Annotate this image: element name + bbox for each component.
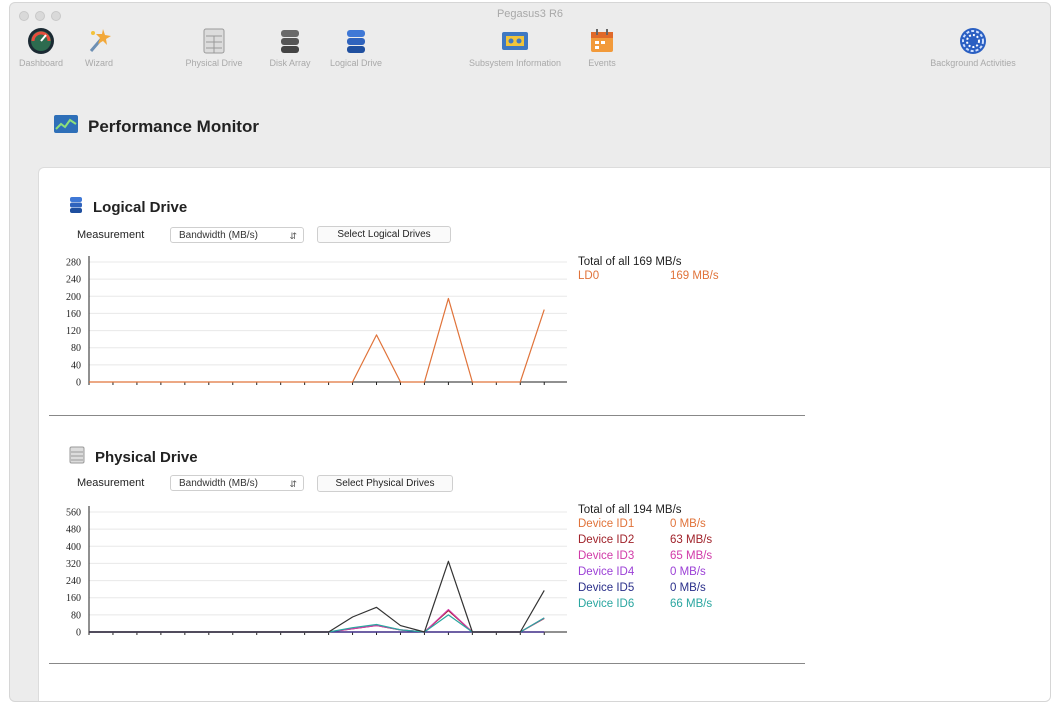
logical-total-label: Total of all 169 MB/s xyxy=(578,256,682,268)
physical-legend-value: 0 MB/s xyxy=(670,582,706,594)
events-icon xyxy=(588,27,616,55)
select-logical-drives-button[interactable]: Select Logical Drives xyxy=(317,226,451,243)
monitor-panel: Logical Drive Measurement Bandwidth (MB/… xyxy=(38,167,1050,701)
physical-series-line xyxy=(89,560,545,633)
physical-y-tick-label: 480 xyxy=(66,525,81,536)
logical-y-tick-label: 40 xyxy=(71,360,81,371)
physical-drive-chart: 0 80 160 240 320 400 480 560 xyxy=(66,506,567,639)
physical-y-tick-label: 240 xyxy=(66,576,81,587)
logical-legend-name: LD0 xyxy=(578,270,600,282)
physical-legend-item: Device ID6 66 MB/s xyxy=(578,596,712,612)
logical-y-tick-label: 0 xyxy=(76,378,81,389)
physical-legend-name: Device ID4 xyxy=(578,566,635,578)
physical-legend-value: 0 MB/s xyxy=(670,518,706,530)
logical-y-tick-label: 280 xyxy=(66,258,81,269)
logical-legend: Total of all 169 MB/s LD0 169 MB/s xyxy=(578,256,719,284)
physical-y-tick-label: 320 xyxy=(66,559,81,570)
logical-series-line xyxy=(89,297,545,383)
title-bar: Pegasus3 R6 xyxy=(10,3,1050,25)
toolbar-subsystem-information[interactable]: Subsystem Information xyxy=(450,27,580,68)
logical-drive-icon xyxy=(344,27,368,55)
physical-legend-value: 63 MB/s xyxy=(670,534,713,546)
toolbar-events[interactable]: Events xyxy=(580,27,624,68)
physical-y-tick-label: 560 xyxy=(66,508,81,519)
toolbar-logical-drive-label: Logical Drive xyxy=(329,58,383,68)
toolbar-dashboard[interactable]: Dashboard xyxy=(10,27,72,68)
physical-legend-name: Device ID5 xyxy=(578,582,635,594)
disk-array-icon xyxy=(278,27,302,55)
toolbar-background-activities[interactable]: Background Activities xyxy=(910,27,1036,68)
physical-legend-item: Device ID1 0 MB/s xyxy=(578,516,712,532)
physical-measurement-select[interactable]: Bandwidth (MB/s) ⇵ xyxy=(170,475,304,491)
select-physical-drives-button[interactable]: Select Physical Drives xyxy=(317,475,453,492)
logical-drive-icon xyxy=(69,196,83,219)
physical-drive-section-title: Physical Drive xyxy=(69,446,198,469)
physical-legend-name: Device ID3 xyxy=(578,550,635,562)
logical-measurement-value: Bandwidth (MB/s) xyxy=(179,230,258,241)
logical-y-tick-label: 240 xyxy=(66,275,81,286)
physical-total-label: Total of all 194 MB/s xyxy=(578,504,682,516)
toolbar-wizard[interactable]: Wizard xyxy=(74,27,124,68)
physical-y-tick-label: 80 xyxy=(71,610,81,621)
performance-monitor-icon xyxy=(54,115,78,138)
physical-measurement-value: Bandwidth (MB/s) xyxy=(179,478,258,489)
logical-y-tick-label: 80 xyxy=(71,343,81,354)
logical-measurement-label: Measurement xyxy=(77,229,145,241)
physical-legend-item: Device ID5 0 MB/s xyxy=(578,580,712,596)
chevron-updown-icon: ⇵ xyxy=(289,231,297,241)
physical-legend-value: 66 MB/s xyxy=(670,598,713,610)
toolbar-background-activities-label: Background Activities xyxy=(930,58,1016,68)
wizard-icon xyxy=(85,27,113,55)
toolbar-logical-drive[interactable]: Logical Drive xyxy=(324,27,388,68)
physical-drive-title: Physical Drive xyxy=(95,449,198,466)
section-divider xyxy=(49,415,805,416)
page-title: Performance Monitor xyxy=(88,116,259,136)
logical-drive-chart: 0 40 80 120 160 200 240 280 xyxy=(66,256,567,389)
physical-legend-name: Device ID6 xyxy=(578,598,635,610)
physical-series-line xyxy=(89,614,545,633)
logical-drive-title: Logical Drive xyxy=(93,199,188,216)
physical-legend-name: Device ID1 xyxy=(578,518,635,530)
logical-drive-section-title: Logical Drive xyxy=(69,196,187,219)
toolbar-disk-array-label: Disk Array xyxy=(269,58,311,68)
physical-drive-icon xyxy=(202,27,226,55)
toolbar-disk-array[interactable]: Disk Array xyxy=(260,27,320,68)
logical-legend-value: 169 MB/s xyxy=(670,270,719,282)
logical-y-tick-label: 120 xyxy=(66,326,81,337)
physical-legend-item: Device ID3 65 MB/s xyxy=(578,548,712,564)
toolbar-events-label: Events xyxy=(588,58,616,68)
logical-y-tick-label: 160 xyxy=(66,309,81,320)
logical-legend-item: LD0 169 MB/s xyxy=(578,268,719,284)
physical-legend-item: Device ID2 63 MB/s xyxy=(578,532,712,548)
toolbar-dashboard-label: Dashboard xyxy=(18,58,64,68)
chevron-updown-icon: ⇵ xyxy=(289,479,297,489)
toolbar-physical-drive-label: Physical Drive xyxy=(185,58,243,68)
background-activities-icon xyxy=(959,27,987,55)
physical-y-tick-label: 400 xyxy=(66,542,81,553)
physical-drive-icon xyxy=(69,446,85,469)
section-divider xyxy=(49,663,805,664)
toolbar-wizard-label: Wizard xyxy=(84,58,113,68)
physical-legend-value: 0 MB/s xyxy=(670,566,706,578)
physical-legend-value: 65 MB/s xyxy=(670,550,713,562)
window-title: Pegasus3 R6 xyxy=(496,8,564,20)
physical-legend-item: Device ID4 0 MB/s xyxy=(578,564,712,580)
physical-legend-name: Device ID2 xyxy=(578,534,635,546)
physical-series-line xyxy=(89,608,545,633)
app-window: Pegasus3 R6 Dashboard Wizard Physical Dr… xyxy=(9,2,1051,702)
toolbar-subsystem-information-label: Subsystem Information xyxy=(468,58,562,68)
logical-y-tick-label: 200 xyxy=(66,292,81,303)
dashboard-icon xyxy=(27,27,55,55)
toolbar-physical-drive[interactable]: Physical Drive xyxy=(172,27,256,68)
physical-y-tick-label: 160 xyxy=(66,593,81,604)
subsystem-information-icon xyxy=(500,27,530,55)
performance-monitor-header: Performance Monitor xyxy=(54,115,259,138)
logical-measurement-select[interactable]: Bandwidth (MB/s) ⇵ xyxy=(170,227,304,243)
physical-legend: Total of all 194 MB/s Device ID1 0 MB/s De… xyxy=(578,504,712,612)
physical-measurement-label: Measurement xyxy=(77,477,145,489)
physical-y-tick-label: 0 xyxy=(76,628,81,639)
physical-series-line xyxy=(89,609,545,633)
